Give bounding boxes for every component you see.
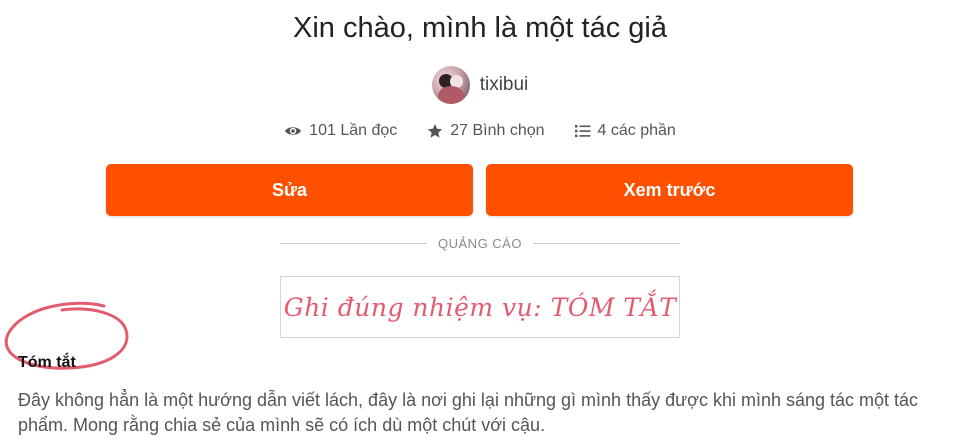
ad-slot: Ghi đúng nhiệm vụ: TÓM TẮT — [280, 276, 680, 338]
ad-label: QUẢNG CÁO — [438, 236, 522, 251]
parts-count: 4 các phần — [597, 122, 676, 139]
ad-divider: QUẢNG CÁO — [280, 236, 680, 251]
story-page: Xin chào, mình là một tác giả tixibui 10… — [0, 0, 960, 445]
summary-text: Đây không hẳn là một hướng dẫn viết lách… — [18, 390, 919, 435]
edit-button[interactable]: Sửa — [106, 164, 473, 216]
story-stats: 101 Lần đọc 27 Bình chọn 4 các phần — [0, 122, 960, 140]
reads-count: 101 Lần đọc — [309, 122, 398, 139]
preview-button[interactable]: Xem trước — [486, 164, 853, 216]
reads-stat: 101 Lần đọc — [284, 122, 397, 140]
author-avatar[interactable] — [431, 66, 470, 104]
parts-stat: 4 các phần — [574, 122, 676, 140]
annotation-note: Ghi đúng nhiệm vụ: TÓM TẮT — [283, 292, 677, 322]
divider-line-left — [280, 243, 427, 244]
eye-icon — [284, 125, 302, 137]
summary-heading: Tóm tắt — [18, 354, 76, 371]
votes-stat: 27 Bình chọn — [427, 122, 545, 140]
star-icon — [427, 123, 443, 139]
story-title: Xin chào, mình là một tác giả — [293, 12, 667, 44]
author-row[interactable]: tixibui — [0, 66, 960, 104]
votes-count: 27 Bình chọn — [450, 122, 545, 139]
divider-line-right — [533, 243, 680, 244]
list-icon — [574, 124, 591, 138]
author-name[interactable]: tixibui — [480, 74, 529, 96]
